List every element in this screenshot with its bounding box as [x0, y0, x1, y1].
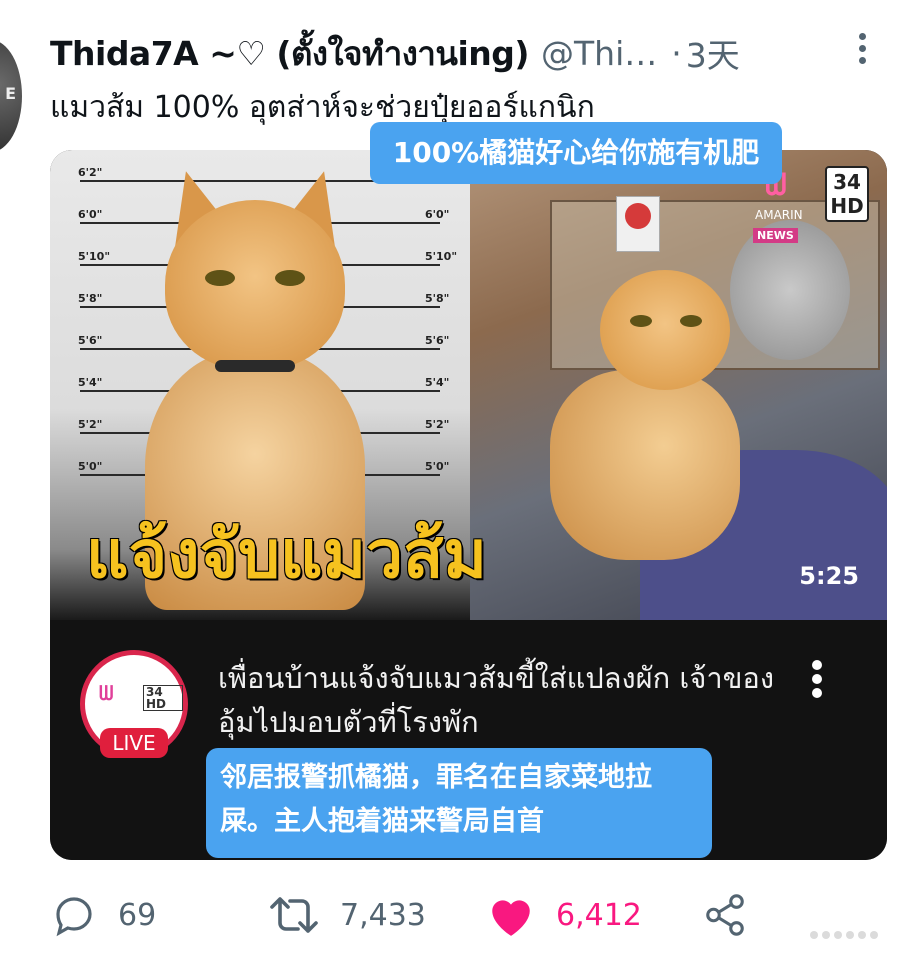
- height-label-right: 5'10": [425, 250, 458, 263]
- channel-34hd-badge: 34 HD: [825, 166, 869, 222]
- tweet-header: Thida7A ~♡ (ตั้งใจทำงานing) @Thi… · 3天: [50, 28, 900, 78]
- user-handle[interactable]: @Thi…: [541, 34, 657, 73]
- height-label-right: 5'6": [425, 334, 450, 347]
- channel-number-mini: 34 HD: [143, 685, 183, 711]
- no-entry-poster: [616, 196, 660, 252]
- timestamp[interactable]: 3天: [686, 29, 740, 77]
- video-banner-text: แจ้งจับแมวส้ม: [86, 516, 487, 593]
- cat-collar: [215, 360, 295, 372]
- more-vertical-icon[interactable]: [854, 30, 870, 74]
- height-label-left: 5'6": [78, 334, 103, 347]
- avatar-glyph: E: [5, 84, 16, 103]
- like-button[interactable]: 6,412: [486, 888, 642, 942]
- height-label-left: 5'2": [78, 418, 103, 431]
- amarin-mark-icon: ᗯ: [99, 681, 114, 705]
- height-label-right: 5'0": [425, 460, 450, 473]
- reply-button[interactable]: 69: [50, 888, 156, 942]
- height-label-right: 6'0": [425, 208, 450, 221]
- caption-overlay-top: 100%橘猫好心给你施有机肥: [370, 122, 782, 184]
- live-badge: LIVE: [100, 728, 168, 758]
- height-label-left: 6'0": [78, 208, 103, 221]
- reply-count: 69: [118, 897, 157, 933]
- height-label-left: 6'2": [78, 166, 103, 179]
- height-label-left: 5'0": [78, 460, 103, 473]
- video-thumbnail[interactable]: 6'2"6'2"6'0"6'0"5'10"5'10"5'8"5'8"5'6"5'…: [50, 150, 887, 620]
- amarin-wordmark: AMARIN: [755, 208, 803, 222]
- caption-overlay-bottom: 邻居报警抓橘猫，罪名在自家菜地拉屎。主人抱着猫来警局自首: [206, 748, 712, 858]
- height-label-left: 5'4": [78, 376, 103, 389]
- height-label-right: 5'4": [425, 376, 450, 389]
- heart-icon: [492, 900, 530, 936]
- video-more-icon[interactable]: [807, 660, 827, 704]
- height-label-left: 5'10": [78, 250, 111, 263]
- height-label-left: 5'8": [78, 292, 103, 305]
- share-button[interactable]: [702, 888, 748, 942]
- video-duration: 5:25: [799, 562, 859, 590]
- retweet-button[interactable]: 7,433: [268, 888, 426, 942]
- video-title[interactable]: เพื่อนบ้านแจ้งจับแมวส้มขี้ใส่แปลงผัก เจ้…: [218, 656, 778, 744]
- height-label-right: 5'8": [425, 292, 450, 305]
- avatar[interactable]: E: [0, 40, 22, 152]
- share-icon: [706, 894, 744, 936]
- separator-dot: ·: [671, 33, 682, 73]
- retweet-icon: [270, 897, 318, 933]
- watermark: [810, 924, 890, 942]
- action-bar: 69 7,433 6,412: [50, 888, 890, 942]
- news-tag: NEWS: [753, 228, 798, 243]
- held-cat: [550, 270, 740, 570]
- retweet-count: 7,433: [340, 897, 426, 933]
- height-label-right: 5'2": [425, 418, 450, 431]
- reply-icon: [56, 897, 92, 937]
- display-name[interactable]: Thida7A ~♡ (ตั้งใจทำงานing): [50, 27, 530, 80]
- like-count: 6,412: [556, 897, 642, 933]
